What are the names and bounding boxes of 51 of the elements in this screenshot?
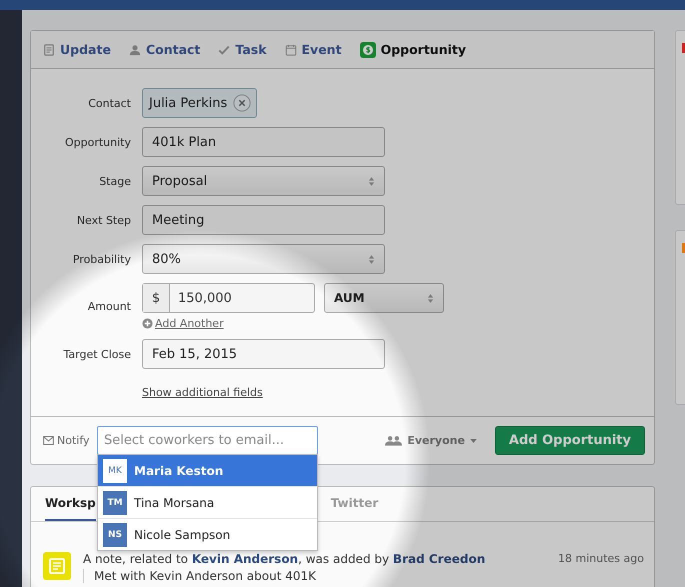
sort-arrows-icon: [427, 292, 434, 304]
show-fields-link[interactable]: Show additional fields: [142, 386, 263, 399]
composer-tab[interactable]: Task: [218, 31, 267, 68]
coworkers-field[interactable]: Select coworkers to email...: [97, 426, 318, 455]
currency-addon: $: [143, 284, 170, 312]
field-label: Probability: [72, 252, 131, 266]
add-another-link[interactable]: Add Another: [155, 317, 224, 330]
sort-arrows-icon: [368, 254, 375, 264]
feed-tab[interactable]: Worksp: [45, 487, 96, 521]
text-field[interactable]: 401k Plan: [142, 127, 385, 157]
composer-tab[interactable]: Update: [43, 31, 111, 68]
calendar-icon: [284, 44, 297, 56]
activity-body: Met with Kevin Anderson about 401K: [83, 569, 644, 583]
visibility-dropdown[interactable]: Everyone: [385, 434, 477, 447]
field-label: Opportunity: [64, 136, 131, 148]
notify-label: Notify: [57, 434, 90, 447]
remove-icon[interactable]: [233, 94, 252, 112]
field-label: Amount: [86, 300, 131, 313]
text-field[interactable]: Feb 15, 2015: [142, 339, 385, 369]
field-label: Contact: [87, 96, 131, 110]
check-icon: [218, 44, 230, 56]
envelope-icon: [43, 436, 54, 445]
select-field[interactable]: Proposal: [142, 166, 385, 196]
amount-field[interactable]: $ 150,000: [142, 283, 315, 313]
document-icon: [43, 44, 55, 56]
field-label: Stage: [98, 174, 131, 188]
initials-avatar: MK: [103, 458, 127, 482]
text-field[interactable]: Meeting: [142, 205, 385, 235]
select-field[interactable]: 80%: [142, 244, 385, 274]
caret-icon: [470, 438, 477, 442]
sort-arrows-icon: [368, 176, 375, 186]
composer-tab[interactable]: Event: [284, 31, 342, 68]
coworker-option[interactable]: MK Maria Keston: [98, 455, 317, 487]
contact-token[interactable]: Julia Perkins: [142, 88, 258, 118]
unit-select[interactable]: AUM: [324, 283, 444, 313]
initials-avatar: TM: [103, 490, 127, 514]
composer-tab[interactable]: Contact: [128, 31, 200, 68]
activity-time: 18 minutes ago: [558, 552, 644, 565]
field-label: Next Step: [76, 214, 131, 226]
person-icon: [128, 44, 141, 56]
coworker-option[interactable]: NS Nicole Sampson: [98, 519, 317, 550]
field-label: Target Close: [62, 348, 131, 360]
initials-avatar: NS: [103, 522, 127, 546]
people-icon: [385, 435, 402, 446]
composer-tab[interactable]: Opportunity: [360, 31, 466, 68]
dollar-icon: [360, 42, 376, 58]
activity-title: A note, related to Kevin Anderson, was added by Brad Creedon: [83, 552, 486, 567]
coworker-option[interactable]: TM Tina Morsana: [98, 487, 317, 519]
amount-value: 150,000: [177, 290, 232, 308]
plus-icon: [142, 318, 153, 329]
note-icon: [43, 552, 71, 580]
